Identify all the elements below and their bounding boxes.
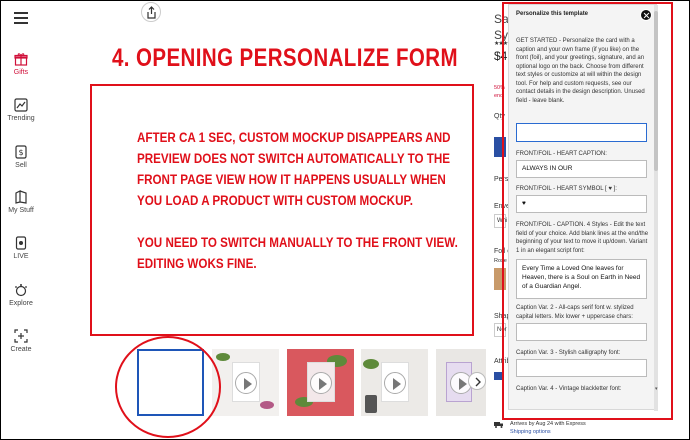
image-frame [0, 0, 690, 440]
